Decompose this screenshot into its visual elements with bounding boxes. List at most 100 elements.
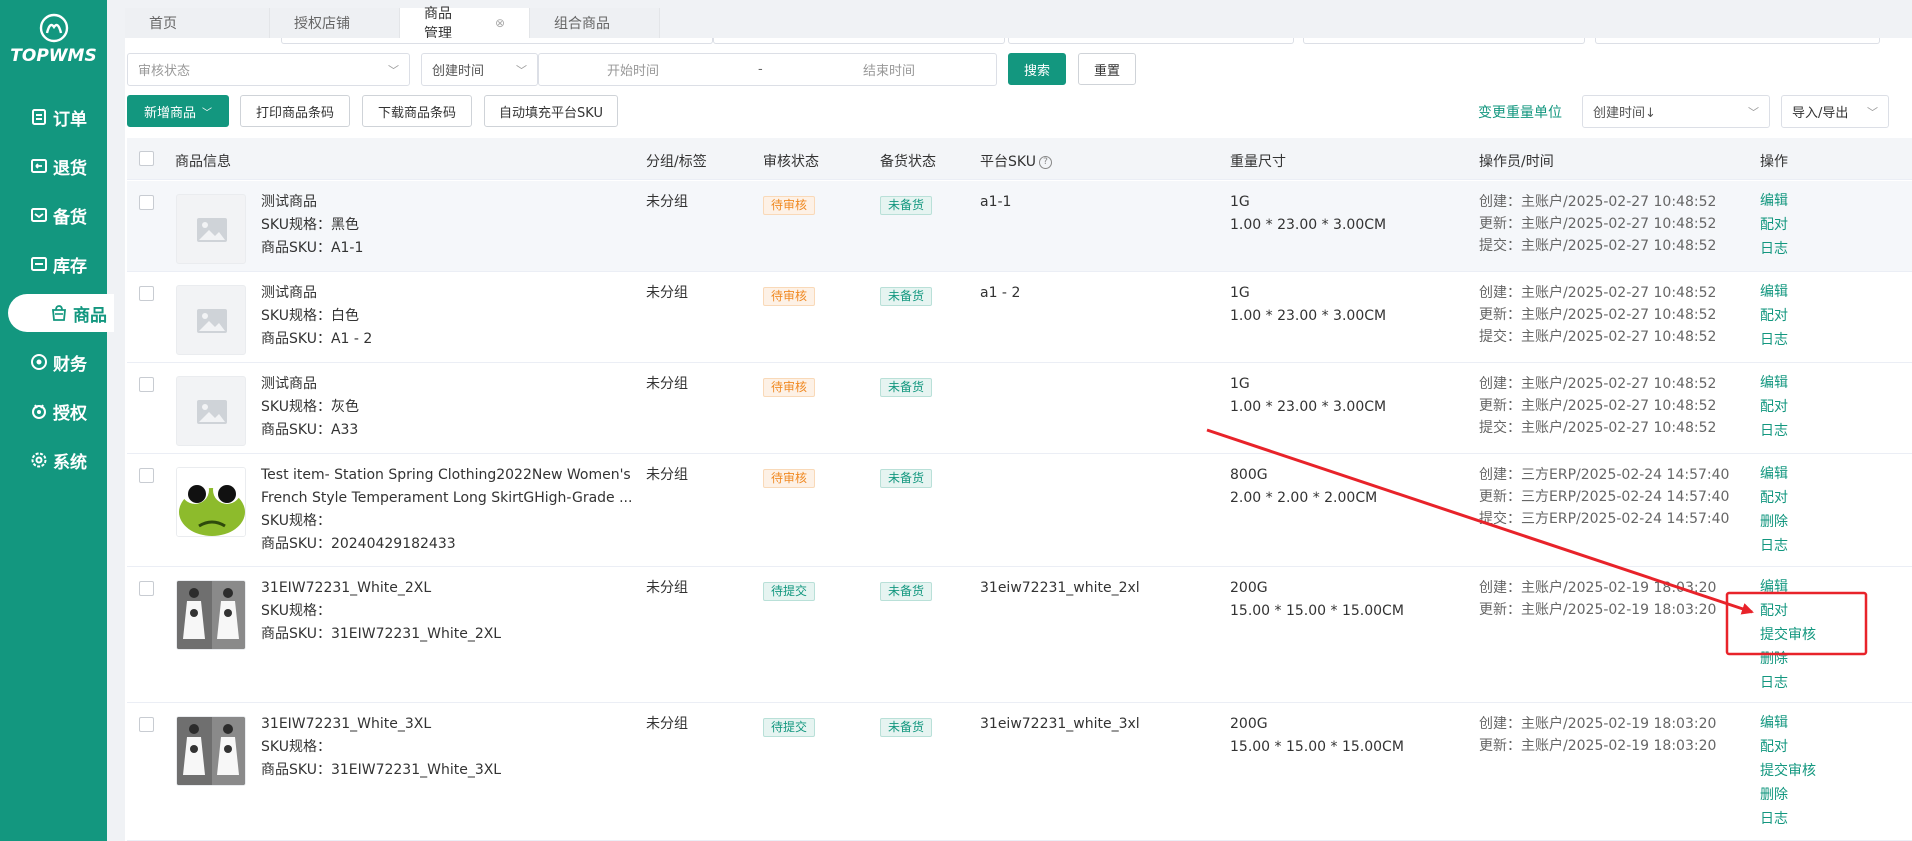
dress-image (177, 717, 245, 785)
submit-review-link[interactable]: 提交审核 (1760, 759, 1816, 783)
delete-link[interactable]: 删除 (1760, 647, 1816, 671)
review-status-badge: 待审核 (763, 196, 816, 215)
product-image-placeholder[interactable] (176, 194, 246, 264)
row-checkbox[interactable] (139, 195, 154, 210)
delete-link[interactable]: 删除 (1760, 510, 1788, 534)
submitted-line: 提交：主账户/2025-02-27 10:48:52 (1479, 238, 1717, 254)
sidebar-item-auth[interactable]: 授权 (0, 392, 107, 430)
product-image-dress[interactable] (176, 716, 246, 786)
change-weight-unit-link[interactable]: 变更重量单位 (1478, 102, 1562, 122)
reset-button[interactable]: 重置 (1078, 53, 1136, 85)
product-image-dress[interactable] (176, 580, 246, 650)
table-row: 测试商品 SKU规格：灰色 商品SKU：A33 未分组 待审核 未备货 1G 1… (127, 363, 1912, 454)
pair-link[interactable]: 配对 (1760, 599, 1816, 623)
download-barcode-button[interactable]: 下载商品条码 (362, 95, 472, 127)
app-logo[interactable]: TOPWMS (0, 12, 107, 66)
close-tab-icon[interactable]: ⊗ (495, 16, 505, 30)
product-name: 31EIW72231_White_3XL (261, 716, 432, 732)
sidebar-item-label: 退货 (53, 158, 87, 179)
sidebar-item-finance[interactable]: 财务 (0, 343, 107, 381)
tab-label: 首页 (149, 16, 177, 32)
created-line: 创建：主账户/2025-02-19 18:03:20 (1479, 716, 1717, 732)
edit-link[interactable]: 编辑 (1760, 189, 1788, 213)
created-line: 创建：主账户/2025-02-27 10:48:52 (1479, 194, 1717, 210)
operator-time-cell: 创建：主账户/2025-02-27 10:48:52 更新：主账户/2025-0… (1479, 282, 1716, 348)
log-link[interactable]: 日志 (1760, 237, 1788, 261)
product-image-placeholder[interactable] (176, 285, 246, 355)
product-sku: 商品SKU：A1-1 (261, 240, 364, 256)
sidebar-item-inventory[interactable]: 库存 (0, 245, 107, 283)
log-link[interactable]: 日志 (1760, 807, 1816, 831)
table-row: 测试商品 SKU规格：黑色 商品SKU：A1-1 未分组 待审核 未备货 a1-… (127, 181, 1912, 272)
product-spec: SKU规格： (261, 603, 331, 619)
platform-sku-cell: 31eiw72231_white_3xl (980, 716, 1140, 732)
product-name-line-1: Test item- Station Spring Clothing2022Ne… (261, 467, 631, 483)
select-all-checkbox[interactable] (139, 151, 154, 166)
sidebar-item-settings[interactable]: 系统 (0, 441, 107, 479)
filter-field-fragment (1595, 38, 1880, 44)
row-checkbox[interactable] (139, 377, 154, 392)
help-icon[interactable]: ? (1038, 155, 1052, 169)
pair-link[interactable]: 配对 (1760, 486, 1788, 510)
end-date-input[interactable]: 结束时间 (863, 60, 915, 79)
sidebar-item-label: 财务 (53, 354, 87, 375)
edit-link[interactable]: 编辑 (1760, 575, 1816, 599)
product-spec: SKU规格： (261, 513, 331, 529)
search-button[interactable]: 搜索 (1008, 53, 1066, 85)
edit-link[interactable]: 编辑 (1760, 280, 1788, 304)
autofill-sku-button[interactable]: 自动填充平台SKU (484, 95, 618, 127)
tab-bundle-products[interactable]: 组合商品 (530, 8, 660, 38)
returns-icon (31, 159, 47, 173)
log-link[interactable]: 日志 (1760, 671, 1816, 695)
edit-link[interactable]: 编辑 (1760, 711, 1816, 735)
settings-icon (31, 452, 47, 468)
log-link[interactable]: 日志 (1760, 419, 1788, 443)
delete-link[interactable]: 删除 (1760, 783, 1816, 807)
start-date-input[interactable]: 开始时间 (607, 60, 659, 79)
sidebar-item-returns[interactable]: 退货 (0, 147, 107, 185)
log-link[interactable]: 日志 (1760, 328, 1788, 352)
chevron-down-icon: ﹀ (388, 63, 399, 77)
table-header: 商品信息 分组/标签 审核状态 备货状态 平台SKU? 重量尺寸 操作员/时间 … (127, 138, 1912, 180)
tab-home[interactable]: 首页 (125, 8, 270, 38)
edit-link[interactable]: 编辑 (1760, 462, 1788, 486)
pair-link[interactable]: 配对 (1760, 735, 1816, 759)
range-separator: - (758, 62, 763, 77)
sidebar-item-label: 订单 (53, 109, 87, 130)
date-range-picker[interactable]: 开始时间 - 结束时间 (538, 53, 997, 86)
row-checkbox[interactable] (139, 581, 154, 596)
review-status-placeholder: 审核状态 (138, 64, 191, 79)
submit-review-link[interactable]: 提交审核 (1760, 623, 1816, 647)
time-type-select[interactable]: 创建时间 ﹀ (421, 53, 538, 86)
row-checkbox[interactable] (139, 468, 154, 483)
tab-product-management[interactable]: 商品管理 ⊗ (400, 6, 530, 42)
edit-link[interactable]: 编辑 (1760, 371, 1788, 395)
product-image-frog[interactable] (176, 467, 246, 537)
sidebar-item-orders[interactable]: 订单 (0, 98, 107, 136)
product-sku: 商品SKU：20240429182433 (261, 536, 456, 552)
review-status-select[interactable]: 审核状态 ﹀ (127, 53, 410, 86)
row-checkbox[interactable] (139, 717, 154, 732)
product-spec: SKU规格：黑色 (261, 217, 359, 233)
product-image-placeholder[interactable] (176, 376, 246, 446)
platform-sku-cell: 31eiw72231_white_2xl (980, 580, 1140, 596)
product-info: 测试商品 SKU规格：灰色 商品SKU：A33 (261, 373, 359, 442)
print-barcode-button[interactable]: 打印商品条码 (240, 95, 350, 127)
pair-link[interactable]: 配对 (1760, 213, 1788, 237)
log-link[interactable]: 日志 (1760, 534, 1788, 558)
product-name: 测试商品 (261, 285, 317, 301)
image-placeholder-icon (197, 218, 227, 242)
new-product-button[interactable]: 新增商品 ﹀ (127, 95, 229, 127)
pair-link[interactable]: 配对 (1760, 395, 1788, 419)
pair-link[interactable]: 配对 (1760, 304, 1788, 328)
tab-authorized-shops[interactable]: 授权店铺 (270, 8, 400, 38)
sort-select[interactable]: 创建时间↓ ﹀ (1582, 95, 1770, 128)
sidebar-item-goods[interactable]: 商品 (8, 294, 114, 332)
import-export-dropdown[interactable]: 导入/导出 ﹀ (1781, 95, 1889, 128)
row-checkbox[interactable] (139, 286, 154, 301)
chevron-down-icon: ﹀ (1867, 105, 1878, 119)
group-cell: 未分组 (646, 467, 688, 483)
group-cell: 未分组 (646, 285, 688, 301)
operator-time-cell: 创建：主账户/2025-02-19 18:03:20 更新：主账户/2025-0… (1479, 713, 1716, 757)
sidebar-item-stocking[interactable]: 备货 (0, 196, 107, 234)
